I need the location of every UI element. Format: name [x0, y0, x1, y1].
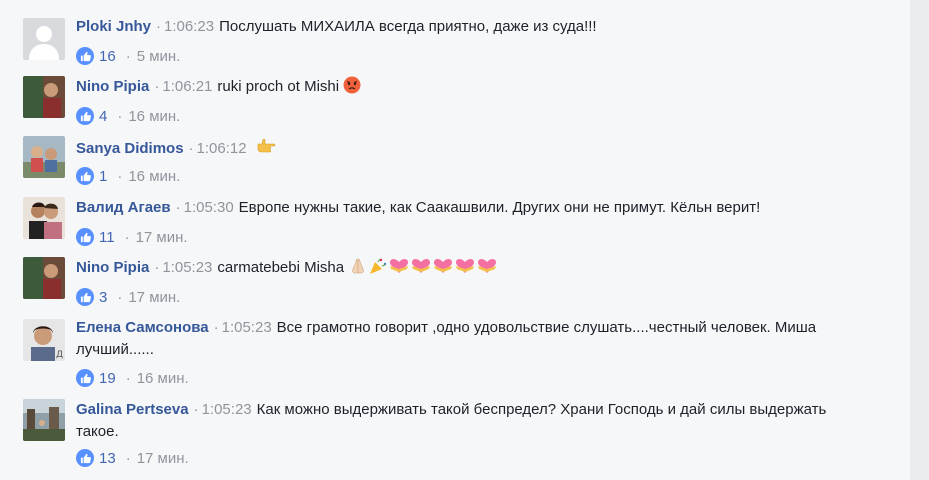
- separator: ·: [117, 288, 123, 306]
- like-count[interactable]: 19: [99, 370, 116, 387]
- folded-hands-icon: [348, 257, 368, 282]
- like-icon[interactable]: [76, 107, 94, 125]
- separator: ·: [175, 199, 181, 216]
- comment-age[interactable]: 17 мин.: [136, 229, 188, 246]
- comment-author[interactable]: Galina Pertseva: [76, 401, 189, 418]
- avatar[interactable]: [23, 18, 65, 60]
- comment-text: ruki proch ot Mishi: [217, 78, 340, 95]
- comment-author[interactable]: Елена Самсонова: [76, 319, 209, 336]
- comment-author[interactable]: Валид Агаев: [76, 199, 171, 216]
- like-count[interactable]: 4: [99, 108, 107, 125]
- comments-panel: Ploki Jnhy · 1:06:23 Послушать МИХАИЛА всег…: [0, 0, 910, 480]
- separator: ·: [117, 167, 123, 185]
- comment-timestamp[interactable]: 1:06:21: [162, 78, 212, 95]
- comment-age[interactable]: 5 мин.: [137, 48, 181, 65]
- like-count[interactable]: 13: [99, 450, 116, 467]
- separator: ·: [154, 78, 160, 95]
- like-icon[interactable]: [76, 47, 94, 65]
- separator: ·: [154, 259, 160, 276]
- heart-ribbon-icon: [476, 257, 498, 282]
- svg-text:Д: Д: [56, 350, 63, 360]
- comment-age[interactable]: 16 мин.: [137, 370, 189, 387]
- like-icon[interactable]: [76, 228, 94, 246]
- like-count[interactable]: 3: [99, 289, 107, 306]
- avatar[interactable]: [23, 197, 65, 239]
- separator: ·: [156, 18, 162, 35]
- avatar[interactable]: [23, 76, 65, 118]
- comment-meta: 3 · 17 мин.: [76, 286, 180, 308]
- comment-author[interactable]: Nino Pipia: [76, 259, 149, 276]
- separator: ·: [125, 369, 131, 387]
- avatar[interactable]: [23, 399, 65, 441]
- comment-author[interactable]: Nino Pipia: [76, 78, 149, 95]
- default-avatar-icon: [23, 18, 65, 60]
- comment-text: Послушать МИХАИЛА всегда приятно, даже и…: [219, 18, 597, 35]
- comment-meta: 4 · 16 мин.: [76, 105, 180, 127]
- comment-text: Европе нужны такие, как Саакашвили. Друг…: [238, 199, 761, 216]
- heart-ribbon-icon: [410, 257, 432, 282]
- heart-ribbon-icon: [454, 257, 476, 282]
- party-popper-icon: [368, 257, 388, 282]
- comment-age[interactable]: 17 мин.: [137, 450, 189, 467]
- like-icon[interactable]: [76, 449, 94, 467]
- comment-age[interactable]: 16 мин.: [128, 168, 180, 185]
- like-count[interactable]: 16: [99, 48, 116, 65]
- comment-timestamp[interactable]: 1:06:23: [164, 18, 214, 35]
- like-icon[interactable]: [76, 369, 94, 387]
- comment-text: carmatebebi Misha: [217, 259, 345, 276]
- avatar[interactable]: [23, 136, 65, 178]
- separator: ·: [117, 107, 123, 125]
- like-icon[interactable]: [76, 167, 94, 185]
- separator: ·: [124, 228, 130, 246]
- separator: ·: [125, 449, 131, 467]
- comment-meta: 1 · 16 мин.: [76, 165, 180, 187]
- separator: ·: [125, 47, 131, 65]
- comment-meta: 19 · 16 мин.: [76, 367, 189, 389]
- pointing-hand-icon: [256, 136, 278, 163]
- comment-timestamp[interactable]: 1:05:23: [162, 259, 212, 276]
- comment-meta: 16 · 5 мин.: [76, 45, 180, 67]
- comment-meta: 13 · 17 мин.: [76, 447, 189, 469]
- comment-timestamp[interactable]: 1:05:23: [222, 319, 272, 336]
- separator: ·: [188, 140, 194, 157]
- comment-meta: 11 · 17 мин.: [76, 226, 188, 248]
- separator: ·: [193, 401, 199, 418]
- like-icon[interactable]: [76, 288, 94, 306]
- avatar[interactable]: Д: [23, 319, 65, 361]
- comment-author[interactable]: Ploki Jnhy: [76, 18, 151, 35]
- avatar[interactable]: [23, 257, 65, 299]
- angry-face-icon: [343, 76, 361, 101]
- heart-ribbon-icon: [432, 257, 454, 282]
- comment-age[interactable]: 16 мин.: [128, 108, 180, 125]
- comment-timestamp[interactable]: 1:06:12: [197, 140, 247, 157]
- comment-author[interactable]: Sanya Didimos: [76, 140, 184, 157]
- like-count[interactable]: 11: [99, 229, 115, 246]
- like-count[interactable]: 1: [99, 168, 107, 185]
- comment-timestamp[interactable]: 1:05:30: [184, 199, 234, 216]
- comment-timestamp[interactable]: 1:05:23: [202, 401, 252, 418]
- heart-ribbon-icon: [388, 257, 410, 282]
- comment-age[interactable]: 17 мин.: [128, 289, 180, 306]
- separator: ·: [213, 319, 219, 336]
